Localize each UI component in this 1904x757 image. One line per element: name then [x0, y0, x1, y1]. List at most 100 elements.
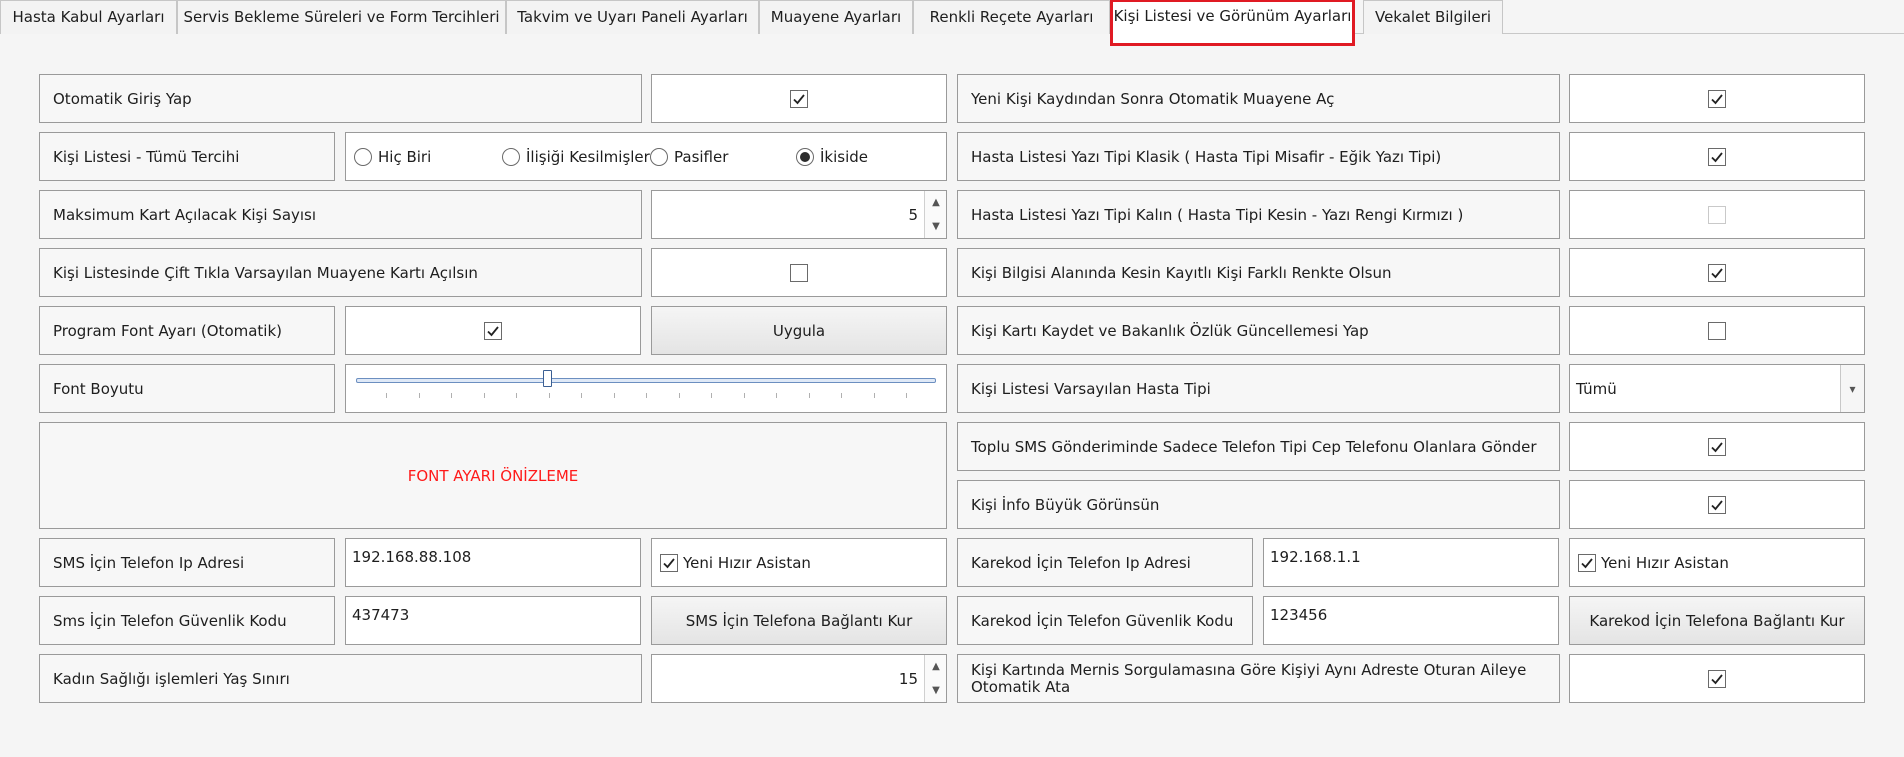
barcode-assistant-label: Yeni Hızır Asistan [1601, 553, 1729, 572]
slider-tick [646, 393, 647, 398]
checkmark-icon [1711, 93, 1723, 104]
checkmark-icon [663, 557, 675, 568]
big-info-label: Kişi İnfo Büyük Görünsün [957, 480, 1560, 529]
checkmark-icon [487, 325, 499, 336]
big-info-cell [1569, 480, 1865, 529]
sms-connect-button[interactable]: SMS İçin Telefona Bağlantı Kur [651, 596, 947, 645]
auto-exam-label: Yeni Kişi Kaydından Sonra Otomatik Muaye… [957, 74, 1560, 123]
radio-ikiside[interactable]: İkiside [796, 147, 868, 166]
big-info-checkbox[interactable] [1708, 495, 1726, 514]
checkmark-icon [1711, 499, 1723, 510]
women-health-label: Kadın Sağlığı işlemleri Yaş Sınırı [39, 654, 642, 703]
default-type-value: Tümü [1576, 379, 1617, 398]
spin-down-icon[interactable]: ▼ [925, 679, 947, 703]
slider-tick [678, 393, 680, 398]
sms-code-input[interactable]: 437473 [345, 596, 641, 645]
mernis-checkbox[interactable] [1708, 669, 1726, 688]
slider-tick [841, 393, 842, 398]
tab-hasta-kabul[interactable]: Hasta Kabul Ayarları [0, 0, 177, 34]
checkmark-icon [1581, 557, 1593, 568]
sms-assistant-label: Yeni Hızır Asistan [683, 553, 811, 572]
auto-exam-checkbox[interactable] [1708, 89, 1726, 108]
program-font-cell [345, 306, 641, 355]
checkmark-icon [793, 93, 805, 104]
auto-exam-cell [1569, 74, 1865, 123]
slider-tick [483, 393, 485, 398]
tab-renkli-recete[interactable]: Renkli Reçete Ayarları [913, 0, 1110, 34]
double-click-checkbox[interactable] [790, 263, 808, 282]
font-preview-box: FONT AYARI ÖNİZLEME [39, 422, 947, 529]
classic-font-checkbox[interactable] [1708, 147, 1726, 166]
bulk-sms-label: Toplu SMS Gönderiminde Sadece Telefon Ti… [957, 422, 1560, 471]
barcode-code-label: Karekod İçin Telefon Güvenlik Kodu [957, 596, 1253, 645]
person-list-all-radio-group: Hiç Biri İlişiği Kesilmişler Pasifler İk… [345, 132, 947, 181]
bulk-sms-checkbox[interactable] [1708, 437, 1726, 456]
color-diff-cell [1569, 248, 1865, 297]
color-diff-checkbox[interactable] [1708, 263, 1726, 282]
slider-tick [873, 393, 875, 398]
auto-login-checkbox[interactable] [790, 89, 808, 108]
radio-ilisigi-kesilmisler[interactable]: İlişiği Kesilmişler [502, 147, 650, 166]
double-click-label: Kişi Listesinde Çift Tıkla Varsayılan Mu… [39, 248, 642, 297]
tab-servis-bekleme[interactable]: Servis Bekleme Süreleri ve Form Tercihle… [177, 0, 506, 34]
slider-thumb[interactable] [543, 370, 553, 387]
max-cards-label: Maksimum Kart Açılacak Kişi Sayısı [39, 190, 642, 239]
slider-tick [516, 393, 517, 398]
chevron-down-icon[interactable]: ▾ [1840, 365, 1864, 412]
tab-kisi-listesi[interactable]: Kişi Listesi ve Görünüm Ayarları [1110, 0, 1355, 46]
radio-hic-biri[interactable]: Hiç Biri [354, 147, 431, 166]
spin-up-icon[interactable]: ▲ [925, 655, 947, 679]
barcode-ip-label: Karekod İçin Telefon Ip Adresi [957, 538, 1253, 587]
auto-login-cell [651, 74, 947, 123]
checkmark-icon [1711, 673, 1723, 684]
tab-vekalet[interactable]: Vekalet Bilgileri [1363, 0, 1503, 34]
women-health-spinner[interactable]: 15 ▲ ▼ [651, 654, 947, 703]
slider-tick [548, 393, 550, 398]
barcode-code-input[interactable]: 123456 [1263, 596, 1559, 645]
settings-panel: Otomatik Giriş Yap Yeni Kişi Kaydından S… [0, 35, 1904, 757]
save-update-cell [1569, 306, 1865, 355]
save-update-checkbox[interactable] [1708, 321, 1726, 340]
bold-font-checkbox[interactable] [1708, 205, 1726, 224]
font-size-label: Font Boyutu [39, 364, 335, 413]
slider-tick [451, 393, 452, 398]
max-cards-value: 5 [908, 205, 918, 224]
checkmark-icon [1711, 151, 1723, 162]
font-size-slider[interactable] [345, 364, 947, 413]
sms-assistant-checkbox[interactable] [660, 553, 678, 572]
bulk-sms-cell [1569, 422, 1865, 471]
default-type-select[interactable]: Tümü ▾ [1569, 364, 1865, 413]
bold-font-cell [1569, 190, 1865, 239]
barcode-ip-input[interactable]: 192.168.1.1 [1263, 538, 1559, 587]
slider-track [356, 378, 936, 383]
tab-takvim-uyari[interactable]: Takvim ve Uyarı Paneli Ayarları [506, 0, 759, 34]
slider-tick [743, 393, 745, 398]
checkmark-icon [1711, 267, 1723, 278]
color-diff-label: Kişi Bilgisi Alanında Kesin Kayıtlı Kişi… [957, 248, 1560, 297]
sms-ip-input[interactable]: 192.168.88.108 [345, 538, 641, 587]
double-click-cell [651, 248, 947, 297]
program-font-label: Program Font Ayarı (Otomatik) [39, 306, 335, 355]
person-list-all-label: Kişi Listesi - Tümü Tercihi [39, 132, 335, 181]
classic-font-label: Hasta Listesi Yazı Tipi Klasik ( Hasta T… [957, 132, 1560, 181]
classic-font-cell [1569, 132, 1865, 181]
sms-ip-label: SMS İçin Telefon Ip Adresi [39, 538, 335, 587]
font-preview-text: FONT AYARI ÖNİZLEME [407, 466, 579, 485]
barcode-connect-button[interactable]: Karekod İçin Telefona Bağlantı Kur [1569, 596, 1865, 645]
slider-tick [711, 393, 712, 398]
tab-muayene[interactable]: Muayene Ayarları [759, 0, 913, 34]
apply-font-button[interactable]: Uygula [651, 306, 947, 355]
slider-tick [581, 393, 582, 398]
auto-login-label: Otomatik Giriş Yap [39, 74, 642, 123]
spin-down-icon[interactable]: ▼ [925, 215, 947, 239]
tab-bar: Hasta Kabul Ayarları Servis Bekleme Süre… [0, 0, 1904, 46]
slider-tick [613, 393, 615, 398]
program-font-checkbox[interactable] [484, 321, 502, 340]
women-health-value: 15 [898, 669, 918, 688]
barcode-assistant-checkbox[interactable] [1578, 553, 1596, 572]
max-cards-spinner[interactable]: 5 ▲ ▼ [651, 190, 947, 239]
checkmark-icon [1711, 441, 1723, 452]
default-type-label: Kişi Listesi Varsayılan Hasta Tipi [957, 364, 1560, 413]
spin-up-icon[interactable]: ▲ [925, 191, 947, 215]
radio-pasifler[interactable]: Pasifler [650, 147, 728, 166]
